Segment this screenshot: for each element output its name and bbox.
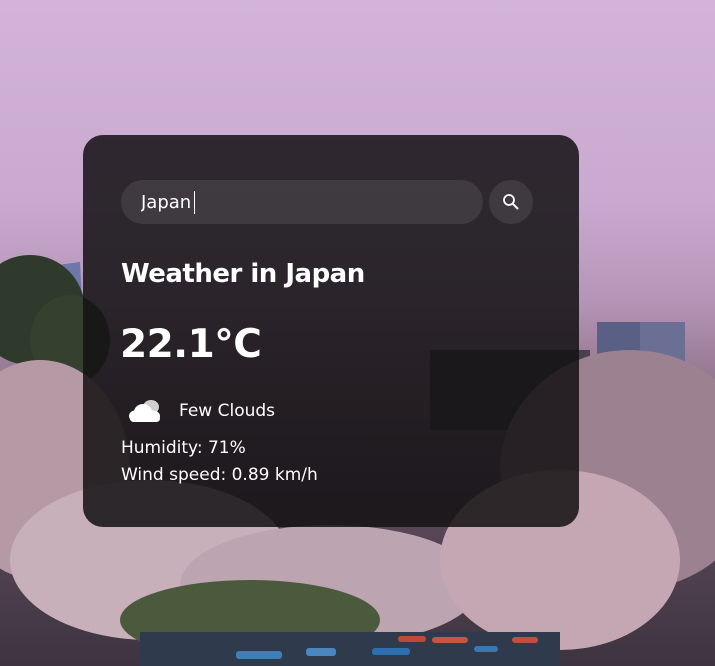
boat xyxy=(398,636,426,642)
boat xyxy=(474,646,498,652)
search-input[interactable] xyxy=(121,180,483,224)
wind-speed-text: Wind speed: 0.89 km/h xyxy=(121,465,318,485)
search-bar xyxy=(121,180,533,224)
few-clouds-icon xyxy=(129,400,160,422)
weather-card: Weather in Japan 22.1°C Few Clouds Humid… xyxy=(83,135,579,527)
temperature: 22.1°C xyxy=(120,322,262,367)
text-cursor xyxy=(194,191,195,214)
search-button[interactable] xyxy=(489,180,533,224)
weather-description-row: Few Clouds xyxy=(127,396,275,426)
boat xyxy=(512,637,538,643)
weather-description: Few Clouds xyxy=(179,401,276,421)
boat xyxy=(306,648,336,656)
boat xyxy=(432,637,468,643)
city-heading: Weather in Japan xyxy=(121,259,365,289)
humidity-text: Humidity: 71% xyxy=(121,438,246,458)
search-icon xyxy=(503,194,519,210)
boat xyxy=(372,648,410,655)
boat xyxy=(236,651,282,659)
